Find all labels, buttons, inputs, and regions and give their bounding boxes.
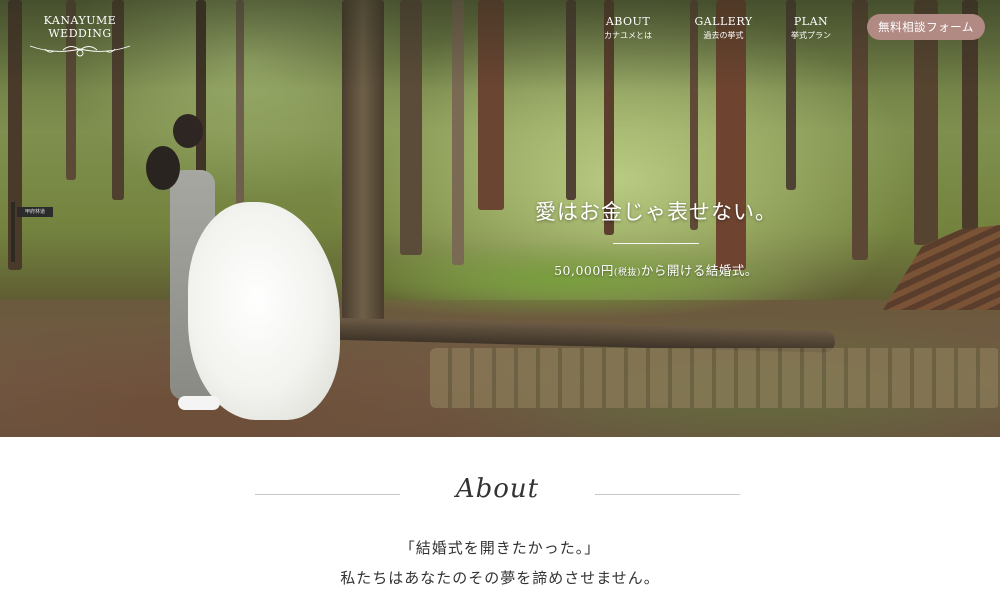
about-heading: About	[255, 472, 740, 512]
main-nav: ABOUT カナユメとは GALLERY 過去の挙式 PLAN 挙式プラン	[590, 15, 841, 41]
hero-price: 50,000円	[554, 263, 614, 278]
nav-plan-label: PLAN	[793, 15, 829, 28]
nav-about-label: ABOUT	[605, 15, 651, 28]
nav-gallery-label: GALLERY	[694, 15, 753, 28]
hero-copy: 愛はお金じゃ表せない。 50,000円(税抜)から開ける結婚式。	[506, 196, 806, 279]
hero-divider	[613, 243, 699, 244]
groom-head	[146, 146, 180, 190]
signpost-pole	[11, 202, 15, 262]
hero-subtext: 50,000円(税抜)から開ける結婚式。	[506, 260, 806, 279]
about-text: 「結婚式を開きたかった。」 私たちはあなたのその夢を諦めさせません。	[0, 537, 1000, 597]
wedding-couple-photo	[140, 110, 350, 420]
nav-gallery-sublabel: 過去の挙式	[703, 31, 744, 40]
nav-about[interactable]: ABOUT カナユメとは	[590, 15, 666, 41]
free-consultation-button[interactable]: 無料相談フォーム	[867, 14, 985, 40]
brand-name: KANAYUME WEDDING	[43, 14, 117, 40]
site-logo[interactable]: KANAYUME WEDDING	[15, 14, 145, 59]
bride-dress	[188, 202, 340, 420]
about-line-1: 「結婚式を開きたかった。」	[399, 539, 601, 557]
about-section: About 「結婚式を開きたかった。」 私たちはあなたのその夢を諦めさせません。	[0, 437, 1000, 609]
hero-catchphrase: 愛はお金じゃ表せない。	[535, 200, 777, 224]
nav-gallery[interactable]: GALLERY 過去の挙式	[666, 15, 781, 41]
groom-shoe	[178, 396, 220, 410]
logo-ornament-icon	[29, 45, 131, 57]
nav-about-sublabel: カナユメとは	[604, 31, 652, 40]
stone-wall	[430, 348, 1000, 408]
nav-plan[interactable]: PLAN 挙式プラン	[781, 15, 841, 41]
hero-subtext-rest: から開ける結婚式。	[640, 263, 758, 278]
signpost-board: 甲府林道	[17, 207, 53, 217]
about-title: About	[455, 474, 540, 504]
hero-tax-note: (税抜)	[613, 268, 641, 278]
about-rule-right	[595, 494, 740, 495]
hero-section: 甲府林道 KANAYUME WEDDING ABOUT カナユメとは GALLE…	[0, 0, 1000, 437]
bride-head	[173, 114, 203, 148]
about-line-2: 私たちはあなたのその夢を諦めさせません。	[340, 569, 660, 587]
nav-plan-sublabel: 挙式プラン	[791, 31, 831, 40]
header-shade	[0, 0, 1000, 90]
trail-signpost: 甲府林道	[7, 202, 53, 262]
